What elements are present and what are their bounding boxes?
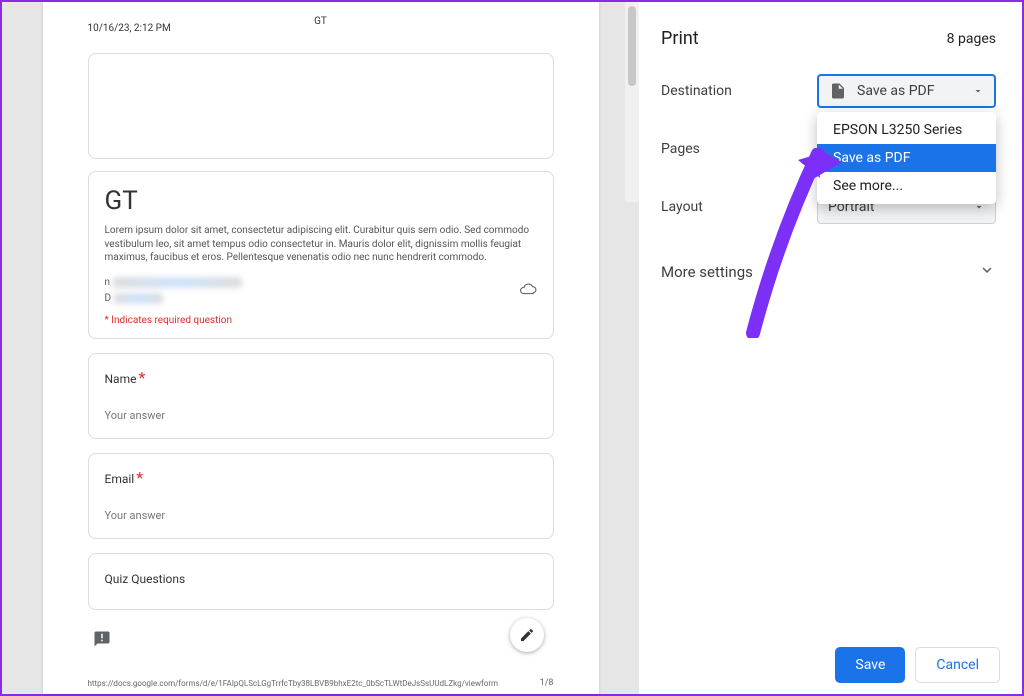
redacted-content-2: xxxxxxxxxx — [114, 293, 164, 304]
required-star: * — [136, 468, 143, 487]
redacted-line-2: D — [105, 293, 112, 304]
question-card-quiz: Quiz Questions — [88, 553, 554, 610]
preview-page: 10/16/23, 2:12 PM GT GT Lorem ipsum dolo… — [43, 2, 599, 694]
destination-selected: Save as PDF — [857, 83, 935, 99]
more-settings-toggle[interactable]: More settings — [661, 261, 996, 283]
preview-timestamp: 10/16/23, 2:12 PM — [88, 23, 171, 34]
form-title: GT — [105, 186, 537, 216]
question-card-name: Name* Your answer — [88, 353, 554, 439]
panel-title: Print — [661, 28, 699, 49]
edit-fab[interactable] — [510, 618, 544, 652]
preview-footer-url: https://docs.google.com/forms/d/e/1FAIpQ… — [88, 679, 499, 688]
destination-menu: EPSON L3250 Series Save as PDF See more.… — [817, 112, 996, 204]
pages-label: Pages — [661, 141, 817, 157]
save-button[interactable]: Save — [835, 647, 905, 683]
destination-dropdown[interactable]: Save as PDF EPSON L3250 Series Save as P… — [817, 74, 996, 108]
destination-label: Destination — [661, 83, 817, 99]
pencil-icon — [519, 627, 535, 643]
question-label: Email — [105, 472, 135, 486]
destination-option-epson[interactable]: EPSON L3250 Series — [817, 116, 996, 144]
preview-header-title: GT — [314, 16, 327, 27]
cloud-icon — [519, 280, 537, 301]
required-indicator: * Indicates required question — [105, 315, 537, 326]
destination-row: Destination Save as PDF EPSON L3250 Seri… — [661, 73, 996, 109]
preview-scrollbar[interactable] — [625, 2, 639, 202]
destination-option-seemore[interactable]: See more... — [817, 172, 996, 200]
scrollbar-thumb[interactable] — [628, 6, 636, 86]
print-preview-pane: 10/16/23, 2:12 PM GT GT Lorem ipsum dolo… — [2, 2, 639, 694]
redacted-line-1: n — [105, 277, 111, 288]
layout-label: Layout — [661, 199, 817, 215]
more-settings-label: More settings — [661, 263, 753, 281]
page-count: 8 pages — [947, 31, 996, 47]
dialog-footer: Save Cancel — [639, 636, 1022, 694]
question-label: Quiz Questions — [105, 572, 186, 586]
chevron-down-icon — [978, 261, 996, 283]
redacted-content: xxxxxxxxxxxxxxxxxxxxxxxxxx — [113, 277, 242, 288]
answer-placeholder: Your answer — [105, 509, 537, 522]
destination-option-savepdf[interactable]: Save as PDF — [817, 144, 996, 172]
print-settings-pane: Print 8 pages Destination Save as PDF EP… — [639, 2, 1022, 694]
form-description: Lorem ipsum dolor sit amet, consectetur … — [105, 224, 537, 265]
caret-down-icon — [972, 85, 984, 97]
answer-placeholder: Your answer — [105, 409, 537, 422]
preview-page-indicator: 1/8 — [540, 678, 554, 688]
question-label: Name — [105, 372, 137, 386]
required-star: * — [138, 368, 145, 387]
form-header-card: GT Lorem ipsum dolor sit amet, consectet… — [88, 171, 554, 339]
form-banner — [88, 53, 554, 159]
cancel-button[interactable]: Cancel — [915, 647, 1000, 683]
question-card-email: Email* Your answer — [88, 453, 554, 539]
feedback-icon[interactable] — [93, 630, 111, 652]
file-icon — [829, 82, 847, 100]
